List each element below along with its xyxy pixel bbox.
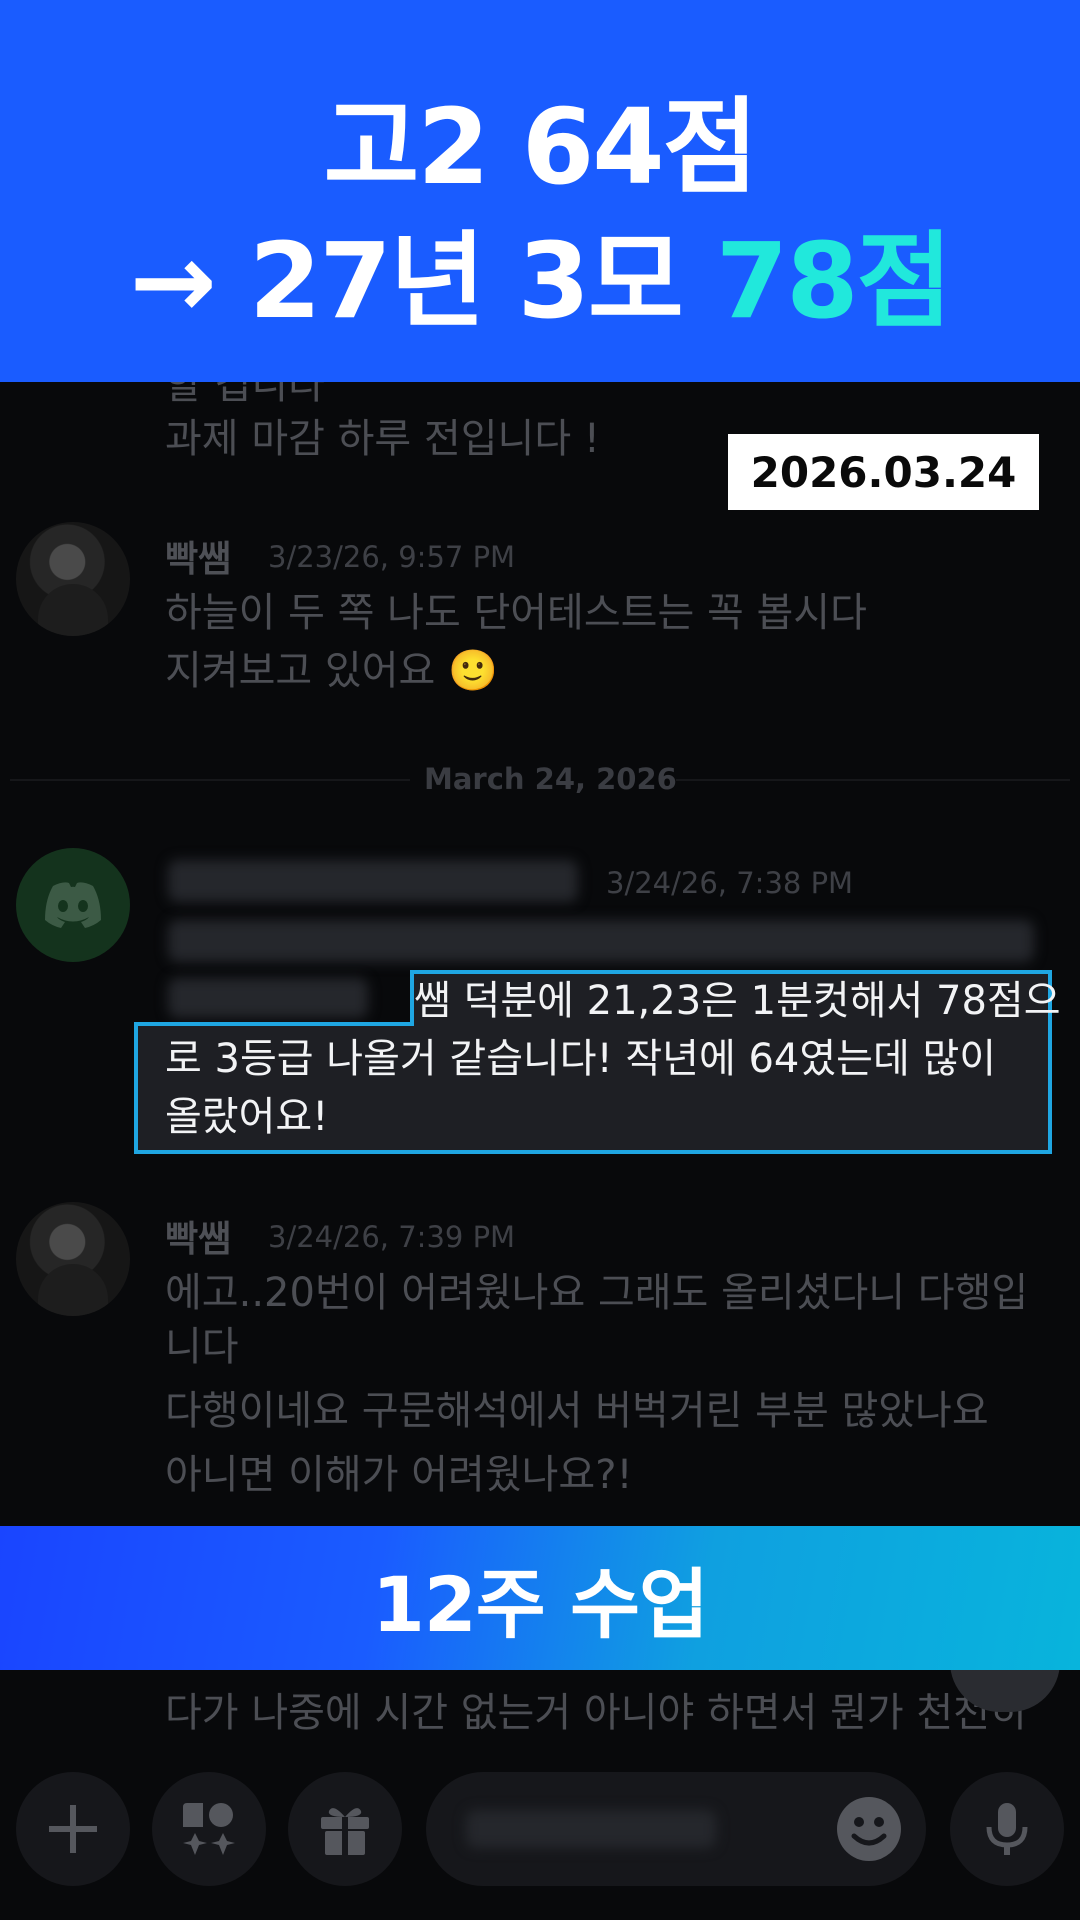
message-timestamp: 3/23/26, 9:57 PM (268, 540, 516, 574)
blurred-author (168, 860, 578, 902)
message-line: 하늘이 두 쪽 나도 단어테스트는 꼭 봅시다 (165, 590, 867, 636)
highlight-box-edge (134, 1022, 414, 1026)
blurred-text (168, 978, 368, 1018)
blurred-placeholder (466, 1810, 716, 1848)
message-line: 아니면 이해가 어려웠나요?! (165, 1452, 633, 1498)
headline-line1: 고2 64점 (323, 86, 759, 208)
headline-line2: → 27년 3모 78점 (0, 196, 1080, 347)
message-line: 과제 마감 하루 전입니다 ! (165, 416, 600, 462)
plus-icon (49, 1805, 97, 1853)
message-line: 지켜보고 있어요 🙂 (165, 648, 498, 694)
message-line: 다가 나중에 시간 없는거 아니야 하면서 뭔가 천천히 (165, 1690, 1027, 1736)
apps-button[interactable] (152, 1772, 266, 1886)
microphone-icon (986, 1803, 1028, 1855)
divider-line (676, 779, 1070, 781)
divider-line (10, 779, 410, 781)
author-name[interactable]: 빡쌤 (165, 530, 231, 582)
highlight-message-line: 로 3등급 나올거 같습니다! 작년에 64였는데 많이 (165, 1036, 997, 1082)
discord-icon (45, 882, 101, 928)
plus-button[interactable] (16, 1772, 130, 1886)
message-timestamp: 3/24/26, 7:39 PM (268, 1220, 516, 1254)
top-banner: 고2 64점 → 27년 3모 78점 (0, 0, 1080, 382)
emoji-button[interactable] (812, 1772, 926, 1886)
message-line: 다행이네요 구문해석에서 버벅거린 부분 많았나요 (165, 1388, 989, 1434)
emoji-icon (837, 1797, 901, 1861)
headline-line2-prefix: → 27년 3모 (129, 220, 716, 342)
bottom-banner: 12주 수업 (0, 1526, 1080, 1670)
blurred-text (168, 920, 1034, 962)
date-divider: March 24, 2026 (424, 762, 677, 796)
bottom-banner-title: 12주 수업 (372, 1560, 709, 1649)
gift-button[interactable] (288, 1772, 402, 1886)
apps-icon (183, 1803, 235, 1855)
message-line: 에고..20번이 어려웠나요 그래도 올리셨다니 다행입 (165, 1270, 1029, 1316)
date-badge: 2026.03.24 (728, 434, 1039, 510)
microphone-button[interactable] (950, 1772, 1064, 1886)
avatar[interactable] (16, 1202, 130, 1316)
headline-accent: 78점 (715, 220, 952, 342)
highlight-message-line: 쌤 덕분에 21,23은 1분컷해서 78점으 (414, 978, 1061, 1024)
gift-icon (321, 1808, 369, 1855)
message-line: 니다 (165, 1324, 239, 1370)
avatar[interactable] (16, 848, 130, 962)
avatar[interactable] (16, 522, 130, 636)
highlight-message-line: 올랐어요! (165, 1094, 329, 1140)
message-timestamp: 3/24/26, 7:38 PM (606, 866, 854, 900)
author-name[interactable]: 빡쌤 (165, 1210, 231, 1262)
